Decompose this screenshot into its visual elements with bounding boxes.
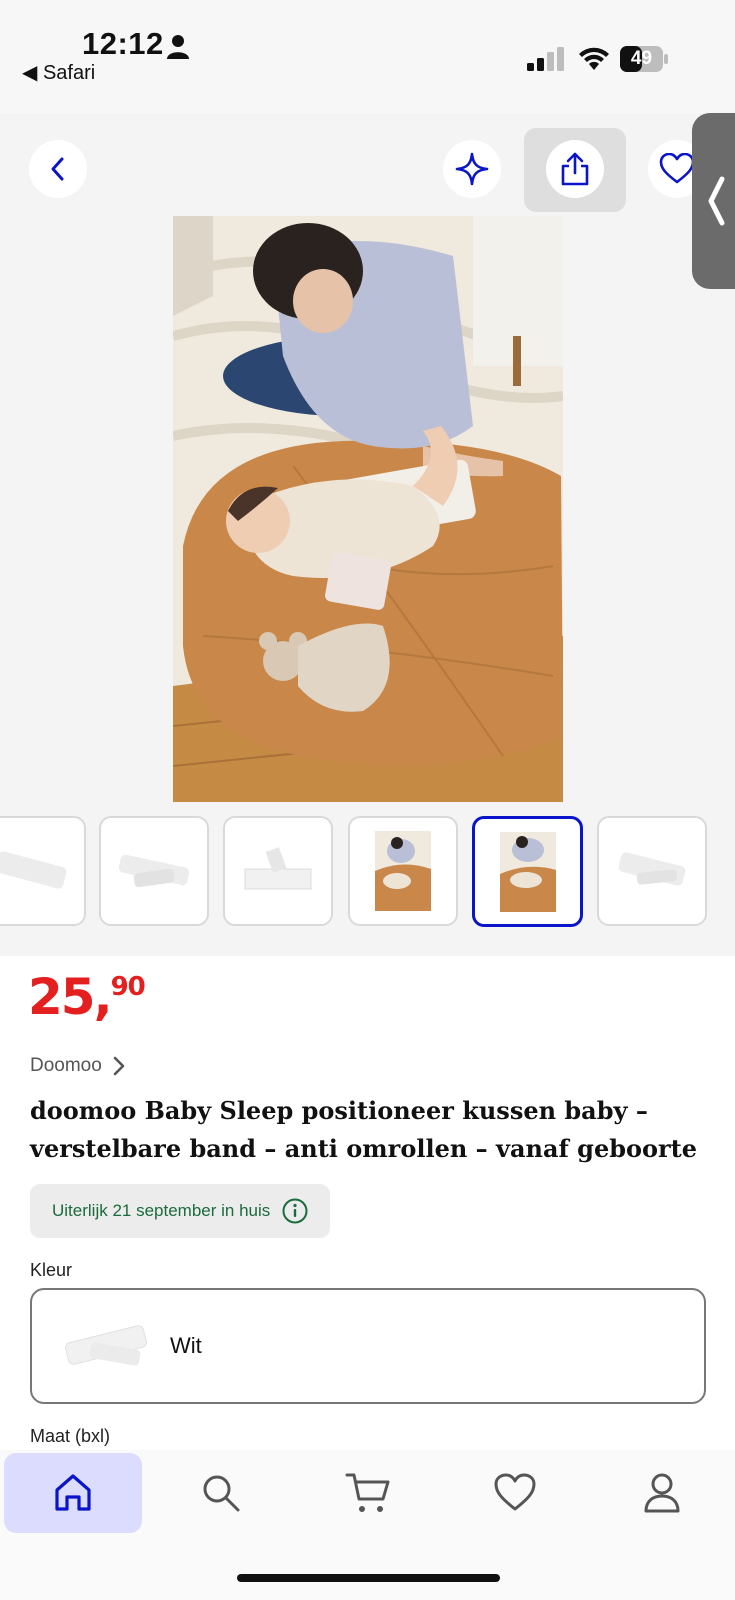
thumbnail-image <box>244 847 312 890</box>
home-indicator[interactable] <box>237 1574 500 1582</box>
thumbnail-4[interactable] <box>348 816 458 926</box>
size-label: Maat (bxl) <box>30 1426 111 1446</box>
thumbnail-image <box>0 851 67 889</box>
battery-level: 49 <box>630 48 653 69</box>
sparkle-icon <box>455 152 489 186</box>
share-button[interactable] <box>546 140 604 198</box>
color-label: Kleur <box>30 1260 73 1280</box>
thumbnail-5[interactable] <box>472 816 583 927</box>
share-icon <box>561 152 589 186</box>
person-icon <box>167 35 189 59</box>
nav-search[interactable] <box>152 1453 290 1533</box>
product-main-image[interactable] <box>173 216 563 802</box>
chevron-left-icon <box>51 157 64 181</box>
color-value: Wit <box>170 1333 202 1358</box>
delivery-text: Uiterlijk 21 september in huis <box>52 1201 271 1220</box>
info-icon[interactable] <box>282 1198 308 1224</box>
status-bar: 12:12 ◀ Safari 49 <box>0 0 735 113</box>
back-button[interactable] <box>29 140 87 198</box>
color-swatch-image <box>65 1325 147 1366</box>
user-icon <box>644 1473 680 1513</box>
safari-side-handle[interactable] <box>692 113 735 289</box>
delivery-badge[interactable]: Uiterlijk 21 september in huis <box>30 1184 330 1238</box>
brand-link[interactable]: Doomoo <box>30 1055 126 1077</box>
home-icon <box>55 1474 91 1511</box>
thumbnail-image <box>118 854 190 888</box>
chevron-right-icon <box>113 1056 125 1076</box>
thumbnail-image <box>375 831 431 911</box>
nav-home[interactable] <box>4 1453 142 1533</box>
price-main: 25, <box>28 968 113 1026</box>
thumbnail-image <box>499 831 556 912</box>
signal-icon <box>527 47 564 71</box>
thumbnail-6[interactable] <box>597 816 707 926</box>
thumbnail-image <box>618 852 686 886</box>
nav-favorites[interactable] <box>446 1453 584 1533</box>
back-to-app-link[interactable]: ◀ Safari <box>22 60 95 85</box>
wifi-icon <box>579 47 609 70</box>
product-price: 25,90 <box>28 968 146 1026</box>
cart-icon <box>345 1473 390 1512</box>
nav-account[interactable] <box>593 1453 731 1533</box>
back-app-label: Safari <box>42 62 96 84</box>
nav-cart[interactable] <box>299 1453 437 1533</box>
thumbnail-strip <box>0 816 735 928</box>
battery-icon: 49 <box>620 46 668 72</box>
back-triangle-icon: ◀ <box>22 62 43 84</box>
thumbnail-1[interactable] <box>0 816 86 926</box>
search-icon <box>203 1475 240 1512</box>
heart-icon <box>659 153 695 184</box>
brand-name: Doomoo <box>30 1055 102 1076</box>
chevron-left-icon <box>708 176 725 226</box>
color-selector[interactable]: Wit <box>30 1288 706 1404</box>
thumbnail-2[interactable] <box>99 816 209 926</box>
ai-assistant-button[interactable] <box>443 140 501 198</box>
product-title: doomoo Baby Sleep positioneer kussen bab… <box>30 1096 698 1163</box>
price-cents: 90 <box>110 972 146 1002</box>
thumbnail-3[interactable] <box>223 816 333 926</box>
status-time: 12:12 <box>82 26 164 61</box>
product-photo <box>173 216 563 802</box>
heart-icon <box>494 1473 536 1511</box>
